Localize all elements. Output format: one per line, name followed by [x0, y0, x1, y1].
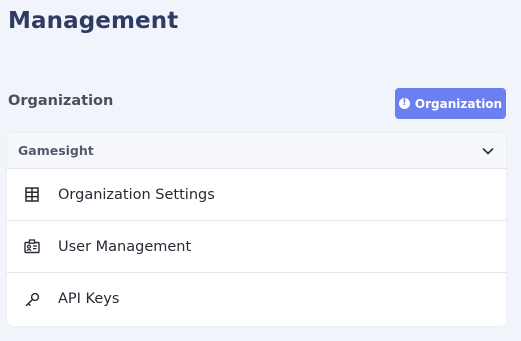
building-icon: [24, 187, 40, 203]
menu-item-api-keys[interactable]: API Keys: [7, 273, 506, 325]
menu-item-organization-settings[interactable]: Organization Settings: [7, 169, 506, 221]
menu-item-label: Organization Settings: [58, 186, 215, 203]
key-icon: [24, 291, 40, 307]
organization-button-label: Organization: [414, 96, 503, 111]
page-title: Management: [8, 8, 179, 34]
id-card-icon: [24, 239, 40, 255]
selected-organization-name: Gamesight: [18, 143, 94, 158]
menu-item-label: User Management: [58, 238, 192, 255]
info-icon: !: [398, 98, 410, 109]
organization-selector[interactable]: Gamesight: [7, 133, 506, 169]
menu-item-user-management[interactable]: User Management: [7, 221, 506, 273]
section-title: Organization: [8, 93, 114, 109]
chevron-down-icon[interactable]: [481, 144, 495, 158]
organization-card: Gamesight Organization Settings User Man…: [7, 133, 506, 326]
menu-item-label: API Keys: [58, 291, 120, 307]
organization-button[interactable]: ! Organization: [395, 88, 506, 119]
